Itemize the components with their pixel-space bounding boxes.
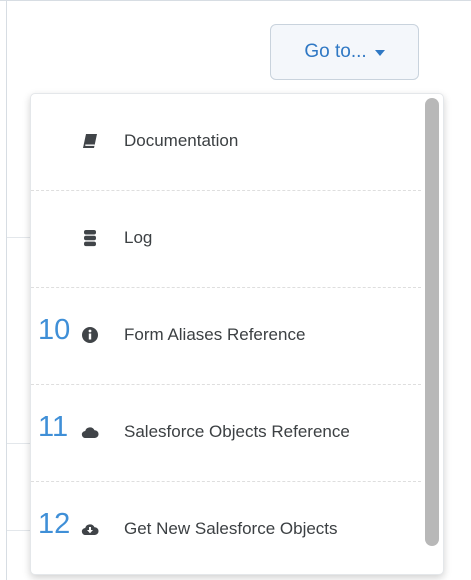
menu-item-label: Documentation (124, 131, 239, 150)
top-border (0, 0, 471, 1)
menu-item-label: Get New Salesforce Objects (124, 519, 338, 538)
info-circle-icon (81, 326, 99, 344)
goto-dropdown-menu: Documentation Log 10 Form Aliases Refere… (30, 93, 444, 575)
menu-item-label: Form Aliases Reference (124, 325, 306, 344)
menu-item-number: 10 (38, 314, 71, 346)
menu-item-documentation[interactable]: Documentation (31, 94, 421, 191)
background-divider (7, 237, 31, 238)
book-icon (81, 132, 99, 150)
menu-item-label: Salesforce Objects Reference (124, 422, 350, 441)
goto-dropdown-button[interactable]: Go to... (270, 24, 419, 80)
menu-scrollbar[interactable] (425, 98, 439, 572)
left-border (6, 0, 7, 580)
goto-button-label: Go to... (304, 41, 367, 62)
menu-item-salesforce-objects-reference[interactable]: 11 Salesforce Objects Reference (31, 385, 421, 482)
menu-item-log[interactable]: Log (31, 191, 421, 288)
caret-down-icon (374, 50, 385, 56)
menu-item-number: 12 (38, 508, 71, 540)
menu-item-form-aliases-reference[interactable]: 10 Form Aliases Reference (31, 288, 421, 385)
menu-item-label: Log (124, 228, 153, 247)
cloud-download-icon (81, 520, 99, 538)
scrollbar-thumb[interactable] (425, 98, 439, 546)
menu-item-get-new-salesforce-objects[interactable]: 12 Get New Salesforce Objects (31, 482, 421, 574)
menu-item-number: 11 (38, 411, 69, 443)
cloud-icon (81, 423, 99, 441)
database-icon (81, 229, 99, 247)
background-divider (7, 530, 31, 531)
background-divider (7, 443, 31, 444)
